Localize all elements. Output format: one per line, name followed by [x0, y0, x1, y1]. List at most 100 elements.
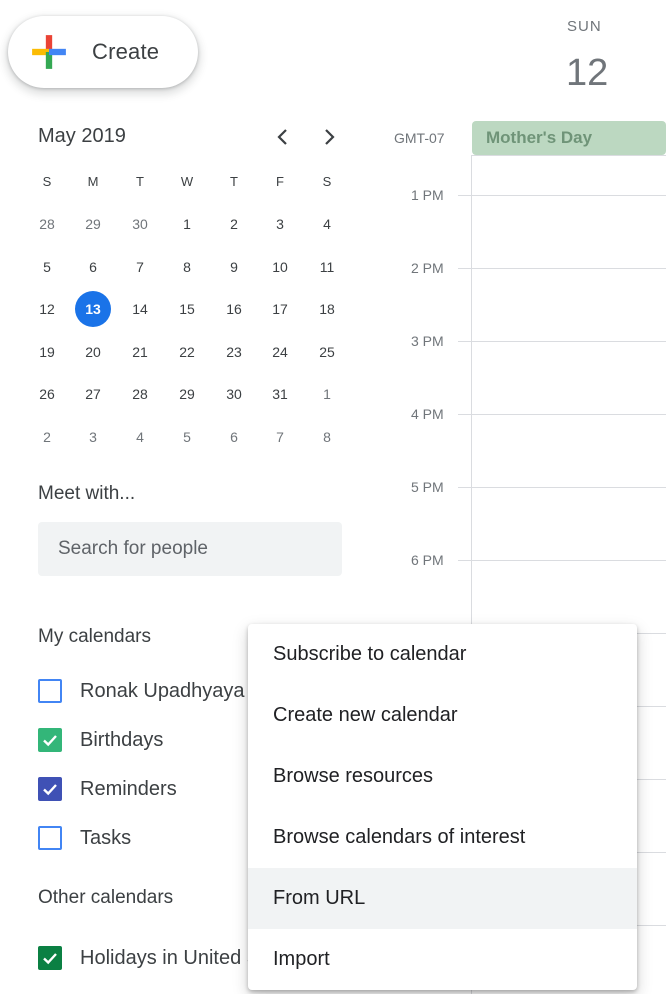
menu-item-browse-calendars-of-interest[interactable]: Browse calendars of interest — [248, 807, 637, 868]
mini-calendar-day[interactable]: 18 — [304, 288, 350, 330]
search-people-box[interactable] — [38, 522, 342, 576]
previous-month-button[interactable] — [269, 122, 297, 152]
mini-calendar-day[interactable]: 21 — [117, 331, 163, 373]
mini-calendar-day[interactable]: 30 — [117, 203, 163, 245]
create-button[interactable]: Create — [8, 16, 198, 88]
other-calendars-title: Other calendars — [38, 887, 174, 908]
chevron-left-icon — [277, 129, 287, 145]
mini-calendar-day[interactable]: 25 — [304, 331, 350, 373]
mini-calendar-day[interactable]: 4 — [304, 203, 350, 245]
mini-calendar-day[interactable]: 4 — [117, 416, 163, 458]
mini-calendar-day[interactable]: 16 — [211, 288, 257, 330]
mini-calendar-day[interactable]: 31 — [257, 373, 303, 415]
plus-icon — [32, 35, 66, 69]
menu-item-import[interactable]: Import — [248, 929, 637, 990]
mini-calendar-day[interactable]: 12 — [24, 288, 70, 330]
hour-tick — [458, 195, 472, 196]
mini-calendar-title: May 2019 — [38, 125, 126, 147]
mini-calendar-day[interactable]: 22 — [164, 331, 210, 373]
checked-checkbox-icon[interactable] — [38, 777, 62, 801]
checked-checkbox-icon[interactable] — [38, 728, 62, 752]
menu-item-from-url[interactable]: From URL — [248, 868, 637, 929]
calendar-label: Birthdays — [80, 728, 164, 751]
hour-gridline — [472, 341, 666, 342]
hour-gridline — [472, 487, 666, 488]
unchecked-checkbox-icon[interactable] — [38, 679, 62, 703]
weekday-header: S — [322, 173, 332, 189]
hour-gridline — [472, 268, 666, 269]
my-calendar-item[interactable]: Tasks — [38, 823, 131, 853]
mini-calendar-day[interactable]: 1 — [164, 203, 210, 245]
day-number[interactable]: 12 — [566, 52, 608, 95]
my-calendar-item[interactable]: Reminders — [38, 774, 177, 804]
all-day-event[interactable]: Mother's Day — [472, 121, 666, 155]
all-day-divider — [472, 155, 666, 156]
weekday-header: F — [276, 173, 284, 189]
hour-label: 1 PM — [411, 187, 444, 203]
mini-calendar-day[interactable]: 7 — [117, 246, 163, 288]
calendar-label: Reminders — [80, 777, 177, 800]
weekday-header: W — [180, 173, 194, 189]
mini-calendar-day[interactable]: 8 — [164, 246, 210, 288]
mini-calendar-day[interactable]: 13 — [70, 288, 116, 330]
my-calendars-title: My calendars — [38, 626, 151, 647]
hour-label: 6 PM — [411, 552, 444, 568]
mini-calendar-day[interactable]: 9 — [211, 246, 257, 288]
create-button-label: Create — [92, 39, 160, 64]
mini-calendar-day[interactable]: 6 — [211, 416, 257, 458]
hour-tick — [458, 268, 472, 269]
mini-calendar-day[interactable]: 23 — [211, 331, 257, 373]
my-calendar-item[interactable]: Ronak Upadhyaya — [38, 676, 245, 706]
mini-calendar-day[interactable]: 17 — [257, 288, 303, 330]
hour-label: 5 PM — [411, 479, 444, 495]
unchecked-checkbox-icon[interactable] — [38, 826, 62, 850]
mini-calendar-day[interactable]: 11 — [304, 246, 350, 288]
mini-calendar-day[interactable]: 2 — [211, 203, 257, 245]
my-calendar-item[interactable]: Birthdays — [38, 725, 163, 755]
mini-calendar-day[interactable]: 2 — [24, 416, 70, 458]
mini-calendar-day[interactable]: 30 — [211, 373, 257, 415]
day-name: SUN — [567, 18, 602, 35]
search-people-input[interactable] — [56, 537, 342, 561]
menu-item-create-new-calendar[interactable]: Create new calendar — [248, 685, 637, 746]
menu-item-subscribe-to-calendar[interactable]: Subscribe to calendar — [248, 624, 637, 685]
checked-checkbox-icon[interactable] — [38, 946, 62, 970]
mini-calendar-day[interactable]: 29 — [164, 373, 210, 415]
mini-calendar-day[interactable]: 15 — [164, 288, 210, 330]
hour-tick — [458, 414, 472, 415]
timezone-label: GMT-07 — [394, 130, 445, 146]
mini-calendar-day[interactable]: 6 — [70, 246, 116, 288]
mini-calendar-day[interactable]: 24 — [257, 331, 303, 373]
mini-calendar-day[interactable]: 8 — [304, 416, 350, 458]
mini-calendar-day[interactable]: 3 — [70, 416, 116, 458]
hour-label: 3 PM — [411, 333, 444, 349]
next-month-button[interactable] — [315, 122, 343, 152]
weekday-header: T — [136, 173, 144, 189]
calendar-label: Ronak Upadhyaya — [80, 679, 245, 702]
mini-calendar-day[interactable]: 3 — [257, 203, 303, 245]
hour-label: 4 PM — [411, 406, 444, 422]
mini-calendar-day[interactable]: 5 — [24, 246, 70, 288]
mini-calendar-day[interactable]: 5 — [164, 416, 210, 458]
mini-calendar-day[interactable]: 27 — [70, 373, 116, 415]
hour-label: 2 PM — [411, 260, 444, 276]
weekday-header: M — [87, 173, 99, 189]
hour-tick — [458, 487, 472, 488]
mini-calendar-day[interactable]: 26 — [24, 373, 70, 415]
selected-day-marker: 13 — [75, 291, 111, 328]
mini-calendar-day[interactable]: 14 — [117, 288, 163, 330]
mini-calendar-day[interactable]: 1 — [304, 373, 350, 415]
mini-calendar-day[interactable]: 28 — [24, 203, 70, 245]
mini-calendar-day[interactable]: 10 — [257, 246, 303, 288]
mini-calendar-day[interactable]: 29 — [70, 203, 116, 245]
mini-calendar-day[interactable]: 7 — [257, 416, 303, 458]
hour-gridline — [472, 560, 666, 561]
weekday-header: S — [42, 173, 52, 189]
mini-calendar-day[interactable]: 20 — [70, 331, 116, 373]
mini-calendar-day[interactable]: 28 — [117, 373, 163, 415]
meet-with-title: Meet with... — [38, 483, 136, 504]
mini-calendar-day[interactable]: 19 — [24, 331, 70, 373]
menu-item-browse-resources[interactable]: Browse resources — [248, 746, 637, 807]
hour-gridline — [472, 195, 666, 196]
add-calendar-menu: Subscribe to calendar Create new calendar… — [248, 624, 637, 990]
